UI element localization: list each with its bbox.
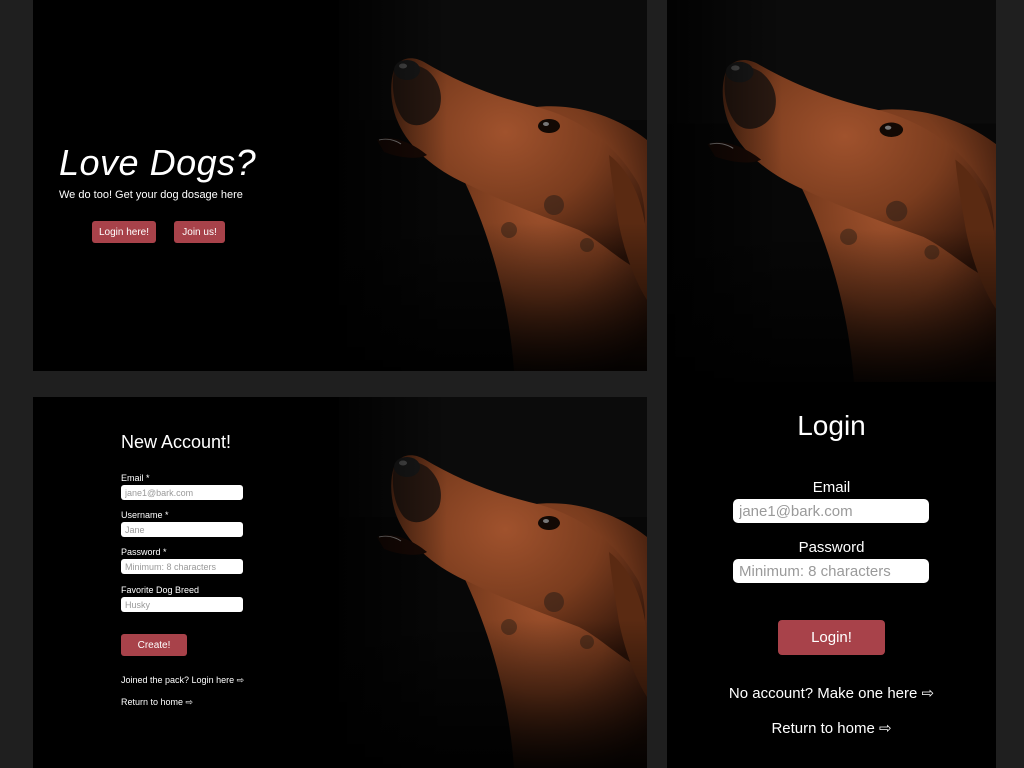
- dog-photo: [339, 0, 647, 371]
- login-button[interactable]: Login!: [778, 620, 885, 655]
- signup-username-input[interactable]: [121, 522, 243, 537]
- login-email-input[interactable]: [733, 499, 929, 523]
- hero-panel: [33, 0, 647, 371]
- login-title: Login: [797, 410, 866, 441]
- dog-photo: [339, 397, 647, 768]
- username-label: Username *: [121, 510, 169, 520]
- signup-password-input[interactable]: [121, 559, 243, 574]
- signup-breed-input[interactable]: [121, 597, 243, 612]
- login-password-label: Password: [798, 539, 865, 556]
- login-panel: Login Email Password Login! No account? …: [667, 0, 996, 768]
- password-label: Password *: [121, 547, 167, 557]
- hero-join-button[interactable]: Join us!: [174, 221, 225, 243]
- signup-home-link[interactable]: Return to home ⇨: [121, 697, 193, 708]
- create-button[interactable]: Create!: [121, 634, 187, 656]
- hero-title: Love Dogs?: [59, 142, 257, 183]
- hero-subtitle: We do too! Get your dog dosage here: [59, 189, 243, 201]
- signup-title: New Account!: [121, 432, 232, 452]
- dog-photo: [667, 0, 996, 382]
- hero-login-button[interactable]: Login here!: [92, 221, 156, 243]
- signup-email-input[interactable]: [121, 485, 243, 500]
- login-signup-link[interactable]: No account? Make one here ⇨: [667, 684, 996, 702]
- email-label: Email *: [121, 473, 150, 483]
- breed-label: Favorite Dog Breed: [121, 585, 200, 595]
- login-password-input[interactable]: [733, 559, 929, 583]
- login-email-label: Email: [812, 479, 851, 496]
- signup-login-link[interactable]: Joined the pack? Login here ⇨: [121, 675, 244, 686]
- login-home-link[interactable]: Return to home ⇨: [667, 719, 996, 737]
